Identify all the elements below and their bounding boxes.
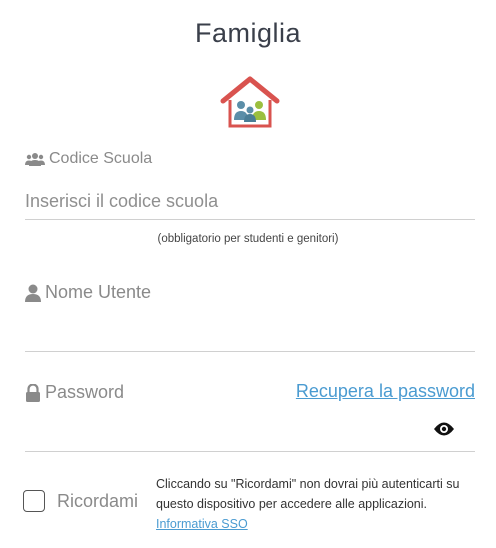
password-underline bbox=[25, 451, 475, 452]
username-label: Nome Utente bbox=[45, 282, 152, 302]
remember-note: Cliccando su "Ricordami" non dovrai più … bbox=[156, 474, 481, 534]
user-icon bbox=[25, 284, 41, 302]
username-underline bbox=[25, 351, 475, 352]
password-label: Password bbox=[45, 382, 125, 402]
username-input[interactable] bbox=[25, 318, 465, 342]
school-code-input[interactable] bbox=[25, 189, 465, 213]
recover-password-link[interactable]: Recupera la password bbox=[296, 381, 475, 402]
remember-note-text: Cliccando su "Ricordami" non dovrai più … bbox=[156, 477, 460, 511]
school-code-underline bbox=[25, 219, 475, 220]
remember-label[interactable]: Ricordami bbox=[57, 491, 138, 512]
family-house-logo bbox=[220, 76, 280, 128]
password-label-row: Password bbox=[25, 382, 124, 403]
school-code-label-row: Codice Scuola bbox=[25, 150, 152, 168]
password-input[interactable] bbox=[25, 418, 425, 442]
school-code-hint: (obbligatorio per studenti e genitori) bbox=[157, 233, 339, 245]
eye-icon[interactable] bbox=[433, 421, 455, 437]
users-icon bbox=[25, 153, 45, 166]
lock-icon bbox=[26, 383, 40, 402]
username-label-row: Nome Utente bbox=[25, 282, 151, 303]
remember-checkbox[interactable] bbox=[23, 490, 45, 512]
sso-info-link[interactable]: Informativa SSO bbox=[156, 517, 248, 531]
page-title: Famiglia bbox=[194, 18, 302, 48]
school-code-label: Codice Scuola bbox=[49, 150, 153, 167]
